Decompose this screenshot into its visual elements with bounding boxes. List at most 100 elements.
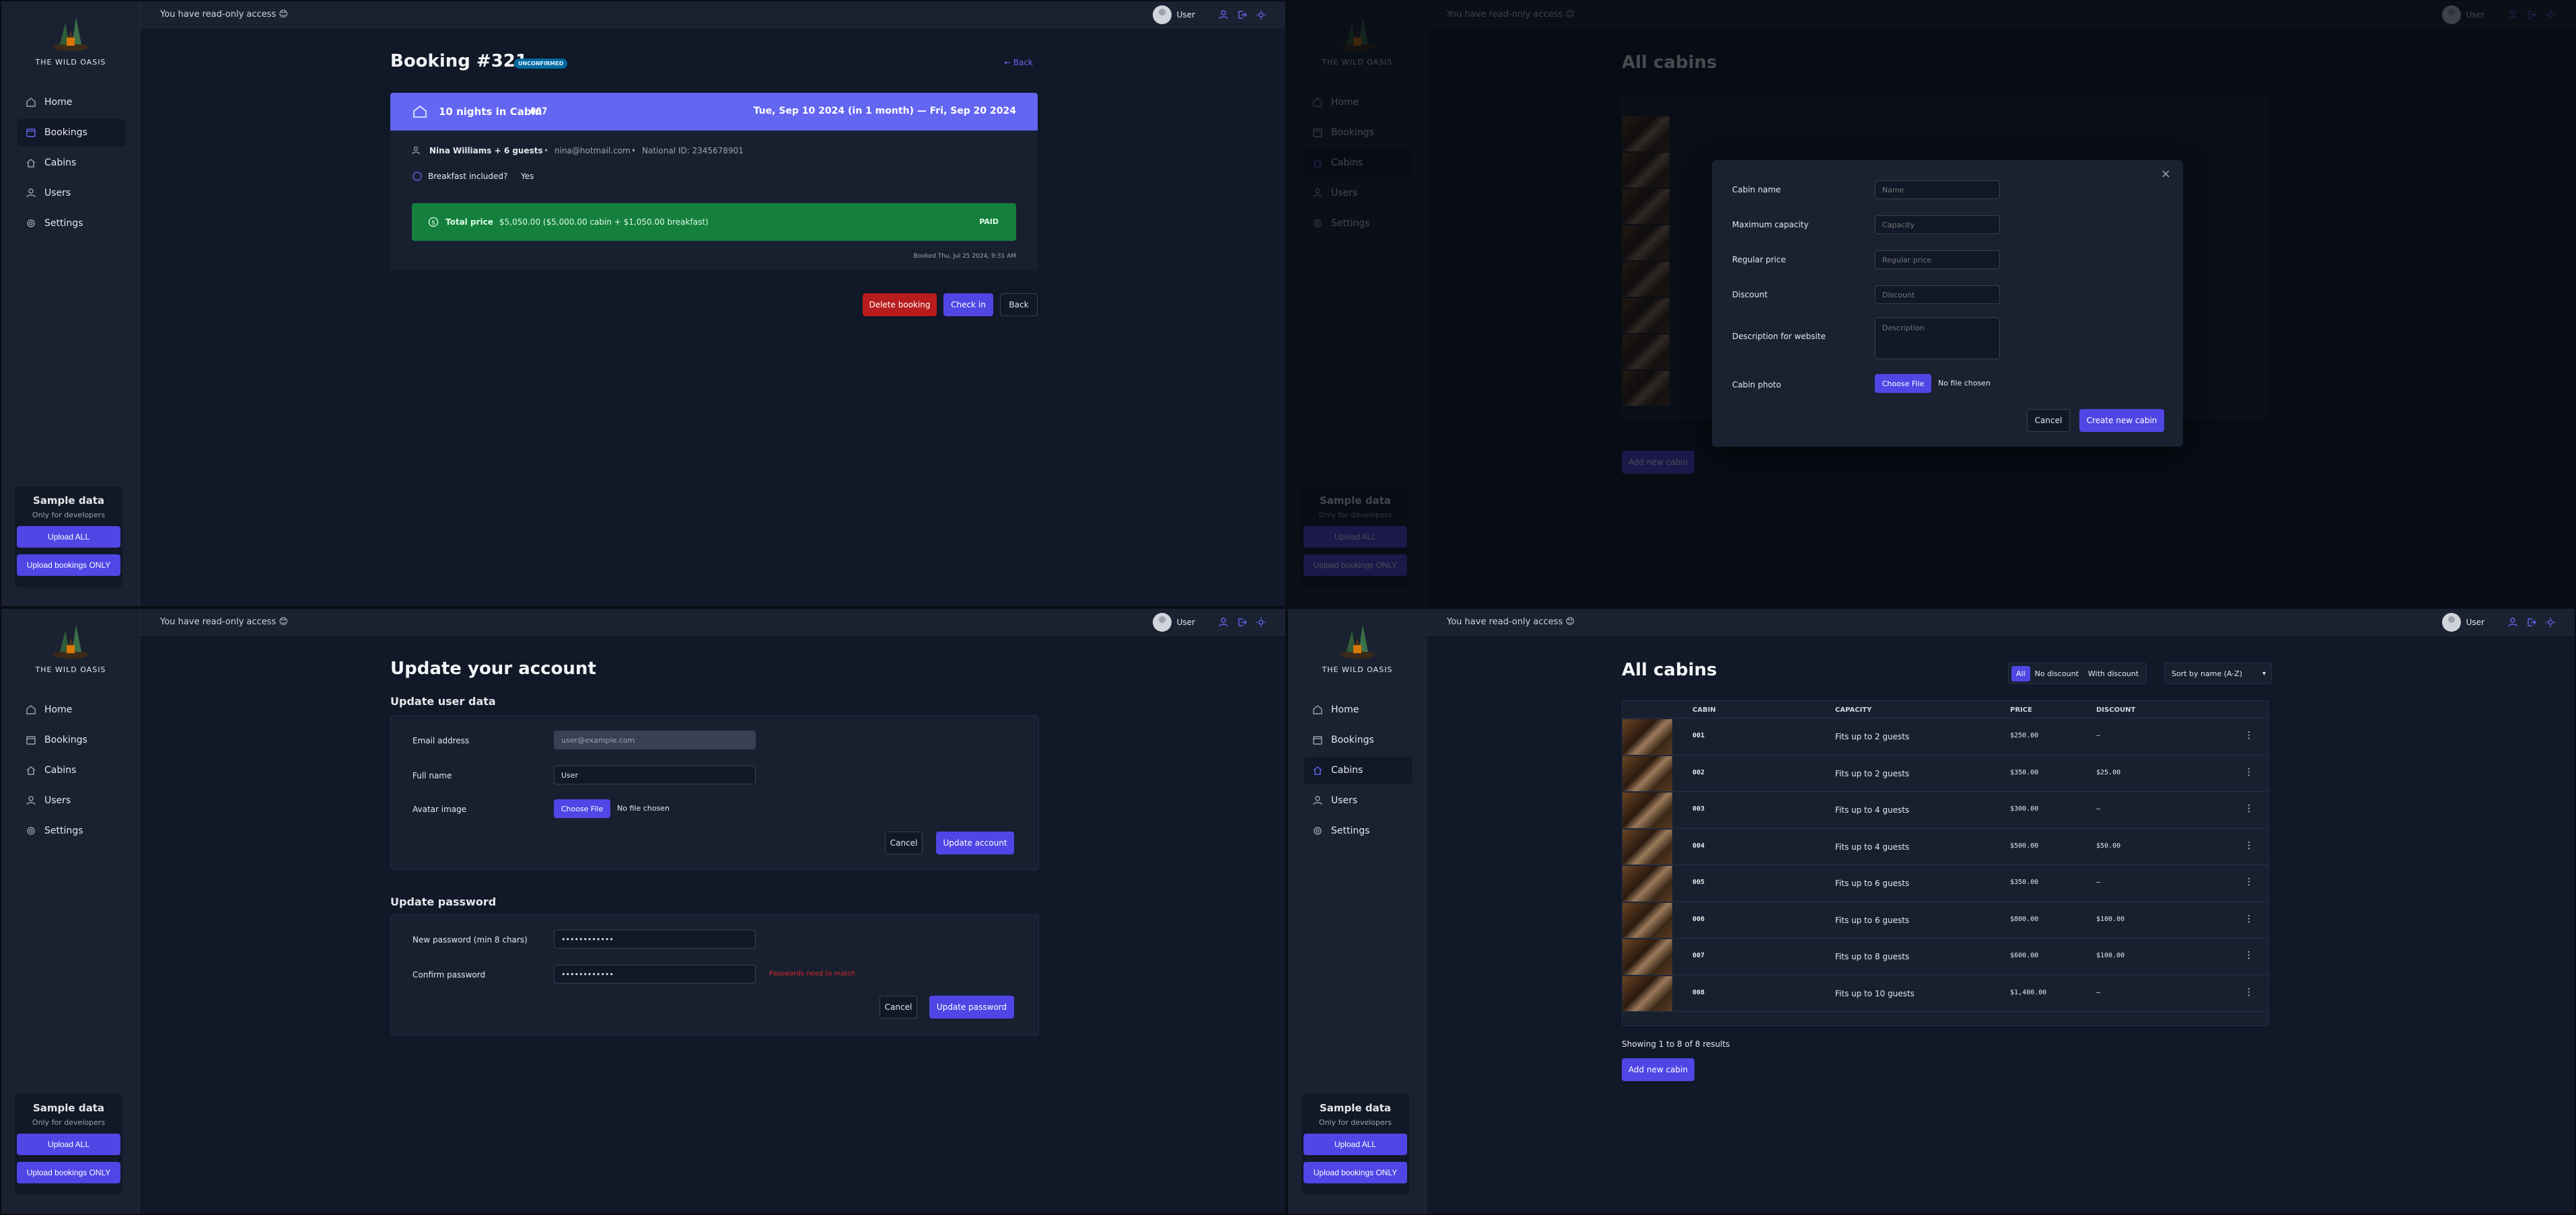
sample-data-panel: Sample data Only for developers Upload A… xyxy=(15,486,122,587)
row-menu-icon[interactable]: ⋮ xyxy=(2244,730,2254,741)
users-icon xyxy=(26,188,36,198)
new-password-input[interactable] xyxy=(554,930,756,949)
create-cabin-button[interactable]: Create new cabin xyxy=(2079,409,2164,432)
upload-all-button[interactable]: Upload ALL xyxy=(17,526,120,548)
sun-icon[interactable] xyxy=(1256,9,1266,20)
row-menu-icon[interactable]: ⋮ xyxy=(2244,987,2254,998)
row-menu-icon[interactable]: ⋮ xyxy=(2244,914,2254,924)
cancel-password-button[interactable]: Cancel xyxy=(880,996,917,1019)
nav-home[interactable]: Home xyxy=(17,89,125,116)
calendar-icon xyxy=(26,736,36,745)
capacity-cell: Fits up to 2 guests xyxy=(1835,768,1910,778)
price-cell: $250.00 xyxy=(2010,732,2039,739)
user-icon[interactable] xyxy=(2507,617,2518,628)
nav-users[interactable]: Users xyxy=(1304,787,1412,814)
price-cell: $1,400.00 xyxy=(2010,988,2047,996)
close-icon[interactable]: × xyxy=(2161,167,2171,181)
nav-home-label: Home xyxy=(1331,704,1359,715)
breakfast-value: Yes xyxy=(521,172,534,181)
filter-all[interactable]: All xyxy=(2011,665,2030,682)
back-link[interactable]: ← Back xyxy=(1004,58,1033,67)
create-cabin-screen: THE WILD OASIS Home Bookings Cabins User… xyxy=(1287,0,2576,608)
brand-name: THE WILD OASIS xyxy=(35,58,106,67)
add-cabin-button[interactable]: Add new cabin xyxy=(1622,1058,1694,1081)
check-in-button[interactable]: Check in xyxy=(943,293,993,316)
capacity-cell: Fits up to 10 guests xyxy=(1835,988,1915,998)
description-label: Description for website xyxy=(1732,332,1826,341)
delete-booking-button[interactable]: Delete booking xyxy=(863,293,937,316)
nav-bookings[interactable]: Bookings xyxy=(17,119,125,146)
row-menu-icon[interactable]: ⋮ xyxy=(2244,840,2254,851)
guests-icon xyxy=(412,146,420,155)
upload-bookings-button[interactable]: Upload bookings ONLY xyxy=(17,554,120,576)
sun-icon[interactable] xyxy=(1256,617,1266,628)
nav-cabins[interactable]: Cabins xyxy=(17,149,125,176)
nav-settings[interactable]: Settings xyxy=(17,210,125,237)
nav-cabins[interactable]: Cabins xyxy=(17,757,125,784)
page-title: Update your account xyxy=(390,659,596,679)
choose-file-button[interactable]: Choose File xyxy=(1875,374,1931,393)
topbar-right: User xyxy=(1152,609,1266,636)
nav-users[interactable]: Users xyxy=(17,787,125,814)
cabin-thumbnail xyxy=(1622,975,1672,1011)
nav-settings-label: Settings xyxy=(1331,825,1370,836)
sample-title: Sample data xyxy=(1320,1102,1391,1114)
row-menu-icon[interactable]: ⋮ xyxy=(2244,950,2254,961)
nav-bookings[interactable]: Bookings xyxy=(1304,727,1412,753)
separator-dot: • xyxy=(544,146,549,155)
back-button[interactable]: Back xyxy=(1000,293,1038,316)
logout-icon[interactable] xyxy=(1237,9,1248,20)
nav-settings-label: Settings xyxy=(44,218,83,229)
sun-icon[interactable] xyxy=(2545,617,2556,628)
upload-bookings-button[interactable]: Upload bookings ONLY xyxy=(17,1162,120,1183)
password-error: Passwords need to match xyxy=(769,970,856,978)
price-cell: $800.00 xyxy=(2010,915,2039,923)
filter-no-discount[interactable]: No discount xyxy=(2030,666,2083,682)
update-account-button[interactable]: Update account xyxy=(936,832,1014,854)
user-icon[interactable] xyxy=(1218,617,1229,628)
nav-home[interactable]: Home xyxy=(1304,696,1412,723)
topbar: You have read-only access 😊 User xyxy=(140,609,1285,636)
cabin-name-input[interactable] xyxy=(1875,180,2000,199)
capacity-cell: Fits up to 4 guests xyxy=(1835,805,1910,815)
row-menu-icon[interactable]: ⋮ xyxy=(2244,877,2254,887)
discount-cell: — xyxy=(2096,988,2101,996)
nav-cabins-label: Cabins xyxy=(1331,765,1363,776)
nav-users-label: Users xyxy=(1331,795,1358,806)
upload-all-button[interactable]: Upload ALL xyxy=(17,1134,120,1155)
nav-bookings-label: Bookings xyxy=(44,127,87,138)
description-textarea[interactable] xyxy=(1875,318,2000,359)
create-cabin-modal: × Cabin name Maximum capacity Regular pr… xyxy=(1712,160,2183,447)
choose-avatar-button[interactable]: Choose File xyxy=(554,799,610,818)
upload-all-button[interactable]: Upload ALL xyxy=(1303,1134,1407,1155)
update-password-button[interactable]: Update password xyxy=(929,996,1014,1019)
sort-select[interactable]: Sort by name (A-Z) ▾ xyxy=(2164,663,2272,684)
nav-settings[interactable]: Settings xyxy=(17,817,125,844)
cabin-photo-label: Cabin photo xyxy=(1732,380,1781,390)
max-capacity-input[interactable] xyxy=(1875,215,2000,234)
logout-icon[interactable] xyxy=(1237,617,1248,628)
discount-input[interactable] xyxy=(1875,285,2000,304)
row-menu-icon[interactable]: ⋮ xyxy=(2244,803,2254,814)
sample-subtitle: Only for developers xyxy=(32,511,106,519)
nav-cabins[interactable]: Cabins xyxy=(1304,757,1412,784)
status-badge: UNCONFIRMED xyxy=(514,59,568,69)
upload-bookings-button[interactable]: Upload bookings ONLY xyxy=(1303,1162,1407,1183)
cancel-account-button[interactable]: Cancel xyxy=(885,832,923,854)
logo: THE WILD OASIS xyxy=(1288,618,1427,674)
full-name-input[interactable] xyxy=(554,766,756,784)
logout-icon[interactable] xyxy=(2526,617,2537,628)
nav-settings[interactable]: Settings xyxy=(1304,817,1412,844)
read-only-notice: You have read-only access 😊 xyxy=(160,9,288,20)
nav-home[interactable]: Home xyxy=(17,696,125,723)
filter-with-discount[interactable]: With discount xyxy=(2083,666,2143,682)
discount-label: Discount xyxy=(1732,290,1768,299)
nav-bookings[interactable]: Bookings xyxy=(17,727,125,753)
user-icon[interactable] xyxy=(1218,9,1229,20)
row-menu-icon[interactable]: ⋮ xyxy=(2244,767,2254,778)
nav-users[interactable]: Users xyxy=(17,180,125,207)
cancel-button[interactable]: Cancel xyxy=(2027,409,2070,432)
capacity-cell: Fits up to 6 guests xyxy=(1835,879,1910,888)
regular-price-input[interactable] xyxy=(1875,250,2000,269)
confirm-password-input[interactable] xyxy=(554,965,756,984)
